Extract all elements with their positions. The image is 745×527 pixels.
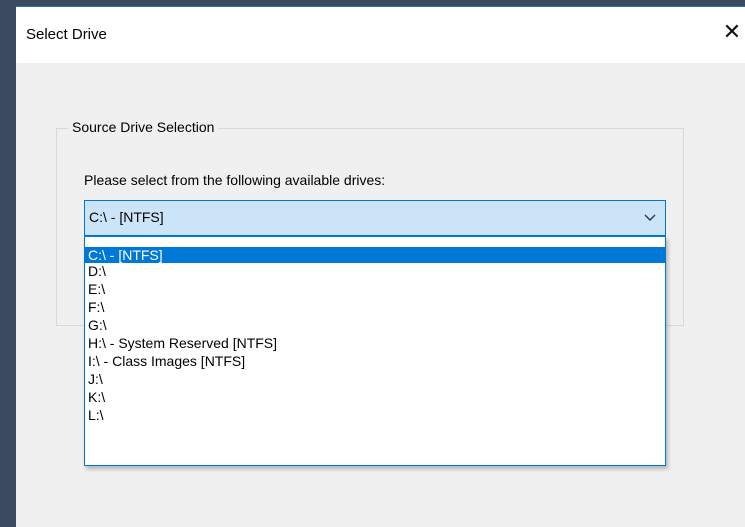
drive-option[interactable]: I:\ - Class Images [NTFS] <box>85 353 665 369</box>
dialog-title: Select Drive <box>26 26 107 43</box>
drive-option[interactable]: F:\ <box>85 299 665 315</box>
drive-select-combobox[interactable]: C:\ - [NTFS] <box>84 200 666 236</box>
drive-option[interactable]: C:\ - [NTFS] <box>85 247 665 263</box>
drive-option[interactable]: L:\ <box>85 407 665 423</box>
drive-option[interactable]: K:\ <box>85 389 665 405</box>
drive-option[interactable]: J:\ <box>85 371 665 387</box>
groupbox-legend: Source Drive Selection <box>68 119 219 135</box>
chevron-down-icon[interactable] <box>643 212 657 224</box>
drive-dropdown-list: C:\ - [NTFS] D:\ E:\ F:\ G:\ H:\ - Syste… <box>84 236 666 466</box>
close-icon[interactable]: ✕ <box>719 19 745 49</box>
drive-option[interactable]: G:\ <box>85 317 665 333</box>
drive-option[interactable]: D:\ <box>85 263 665 279</box>
combo-selected-value: C:\ - [NTFS] <box>89 209 164 225</box>
drive-option[interactable]: H:\ - System Reserved [NTFS] <box>85 335 665 351</box>
drive-prompt-label: Please select from the following availab… <box>84 172 386 188</box>
dialog-titlebar: Select Drive ✕ <box>16 7 745 63</box>
drive-option[interactable]: E:\ <box>85 281 665 297</box>
